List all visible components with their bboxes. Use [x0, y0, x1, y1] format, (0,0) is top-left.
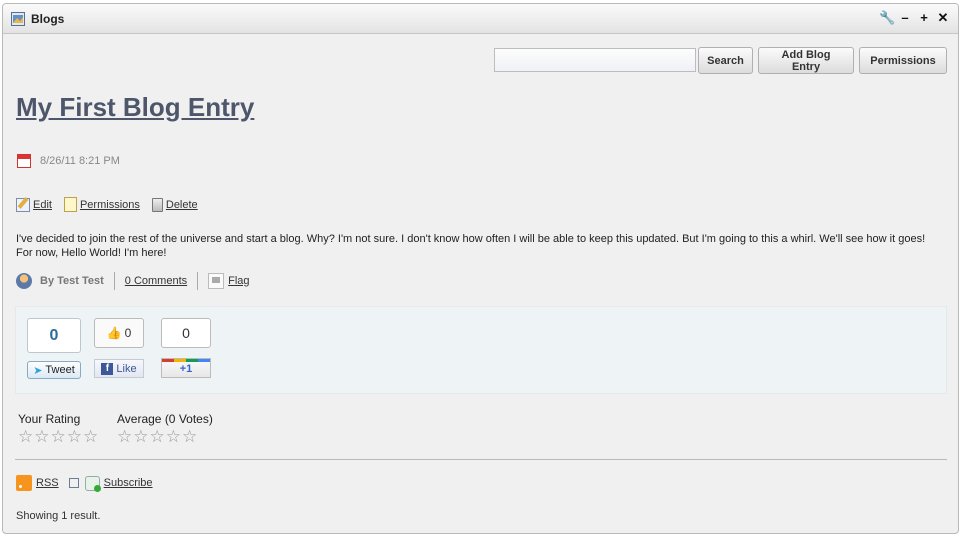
social-bookmarks: 0 ➤ Tweet 👍 0 f Like 0 +1	[15, 306, 947, 394]
star-icon[interactable]: ☆	[18, 428, 33, 445]
entry-meta: By Test Test 0 Comments Flag	[16, 271, 250, 291]
star-icon[interactable]: ☆	[83, 428, 98, 445]
comments-link[interactable]: 0 Comments	[125, 275, 187, 287]
entry-date: 8/26/11 8:21 PM	[40, 155, 120, 167]
like-count: 0	[124, 326, 132, 340]
star-icon: ☆	[117, 427, 133, 446]
entry-author: By Test Test	[40, 275, 104, 287]
edit-icon	[16, 197, 30, 212]
your-rating-stars[interactable]: ☆ ☆ ☆ ☆ ☆	[18, 428, 98, 445]
result-count: Showing 1 result.	[16, 510, 101, 522]
divider	[113, 272, 115, 290]
divider	[197, 272, 199, 290]
star-icon: ☆	[149, 427, 165, 446]
entry-title-link[interactable]: My First Blog Entry	[16, 92, 254, 123]
your-rating: Your Rating ☆ ☆ ☆ ☆ ☆	[18, 412, 98, 445]
tweet-count: 0	[27, 318, 81, 353]
star-icon: ☆	[165, 427, 181, 446]
entry-permissions-link[interactable]: Permissions	[63, 197, 140, 212]
flag-icon[interactable]	[208, 273, 225, 289]
maximize-icon[interactable]: +	[917, 11, 931, 25]
permissions-icon	[63, 197, 77, 212]
entry-permissions-label[interactable]: Permissions	[80, 199, 140, 211]
portlet-titlebar: Blogs 🔧 – + ✕	[3, 4, 958, 34]
trash-icon	[151, 197, 163, 212]
new-window-icon[interactable]	[68, 478, 79, 488]
your-rating-label: Your Rating	[18, 412, 81, 426]
delete-link[interactable]: Delete	[151, 197, 198, 212]
feed-links: RSS Subscribe	[16, 475, 153, 492]
rss-link[interactable]: RSS	[36, 477, 59, 489]
like-label: Like	[116, 362, 137, 375]
average-rating-stars: ☆ ☆ ☆ ☆ ☆	[117, 427, 213, 446]
star-icon[interactable]: ☆	[67, 428, 82, 445]
rss-icon[interactable]	[16, 475, 32, 491]
plusone-label: +1	[179, 363, 193, 375]
average-rating: Average (0 Votes) ☆ ☆ ☆ ☆ ☆	[117, 412, 213, 445]
google-color-strip	[162, 359, 210, 362]
like-count-box: 👍 0	[94, 318, 144, 348]
twitter-bird-icon: ➤	[33, 364, 43, 377]
search-input[interactable]	[494, 48, 696, 72]
tweet-label: Tweet	[45, 364, 75, 376]
window-controls: 🔧 – + ✕	[879, 11, 950, 25]
facebook-like-button[interactable]: f Like	[94, 359, 144, 378]
portlet-title: Blogs	[31, 12, 65, 26]
subscribe-link[interactable]: Subscribe	[104, 477, 153, 489]
star-icon: ☆	[133, 427, 149, 446]
minimize-icon[interactable]: –	[898, 11, 912, 25]
wrench-icon[interactable]: 🔧	[879, 11, 895, 25]
entry-actions: Edit Permissions Delete	[16, 197, 198, 212]
permissions-button[interactable]: Permissions	[859, 47, 947, 74]
calendar-icon	[17, 154, 31, 168]
user-icon	[16, 273, 32, 289]
search-button[interactable]: Search	[698, 47, 753, 74]
entry-date-row: 8/26/11 8:21 PM	[17, 154, 120, 168]
delete-label[interactable]: Delete	[166, 199, 198, 211]
subscribe-icon[interactable]	[84, 475, 101, 492]
thumbs-up-icon: 👍	[106, 326, 122, 340]
flag-link[interactable]: Flag	[228, 275, 249, 287]
plusone-button[interactable]: +1	[161, 358, 211, 378]
entry-body: I've decided to join the rest of the uni…	[16, 233, 926, 259]
edit-link[interactable]: Edit	[16, 197, 52, 212]
plusone-count: 0	[161, 318, 211, 348]
blogs-portlet-icon	[11, 12, 25, 26]
add-blog-entry-button[interactable]: Add Blog Entry	[758, 47, 854, 74]
tweet-button[interactable]: ➤ Tweet	[27, 361, 81, 379]
star-icon[interactable]: ☆	[34, 428, 49, 445]
star-icon[interactable]: ☆	[51, 428, 66, 445]
separator-line	[15, 459, 947, 460]
edit-label[interactable]: Edit	[33, 199, 52, 211]
facebook-icon: f	[101, 362, 114, 375]
star-icon: ☆	[182, 427, 198, 446]
close-icon[interactable]: ✕	[936, 11, 950, 25]
blogs-portlet: Blogs 🔧 – + ✕ Search Add Blog Entry Perm…	[2, 3, 959, 534]
average-rating-label: Average (0 Votes)	[117, 412, 213, 426]
